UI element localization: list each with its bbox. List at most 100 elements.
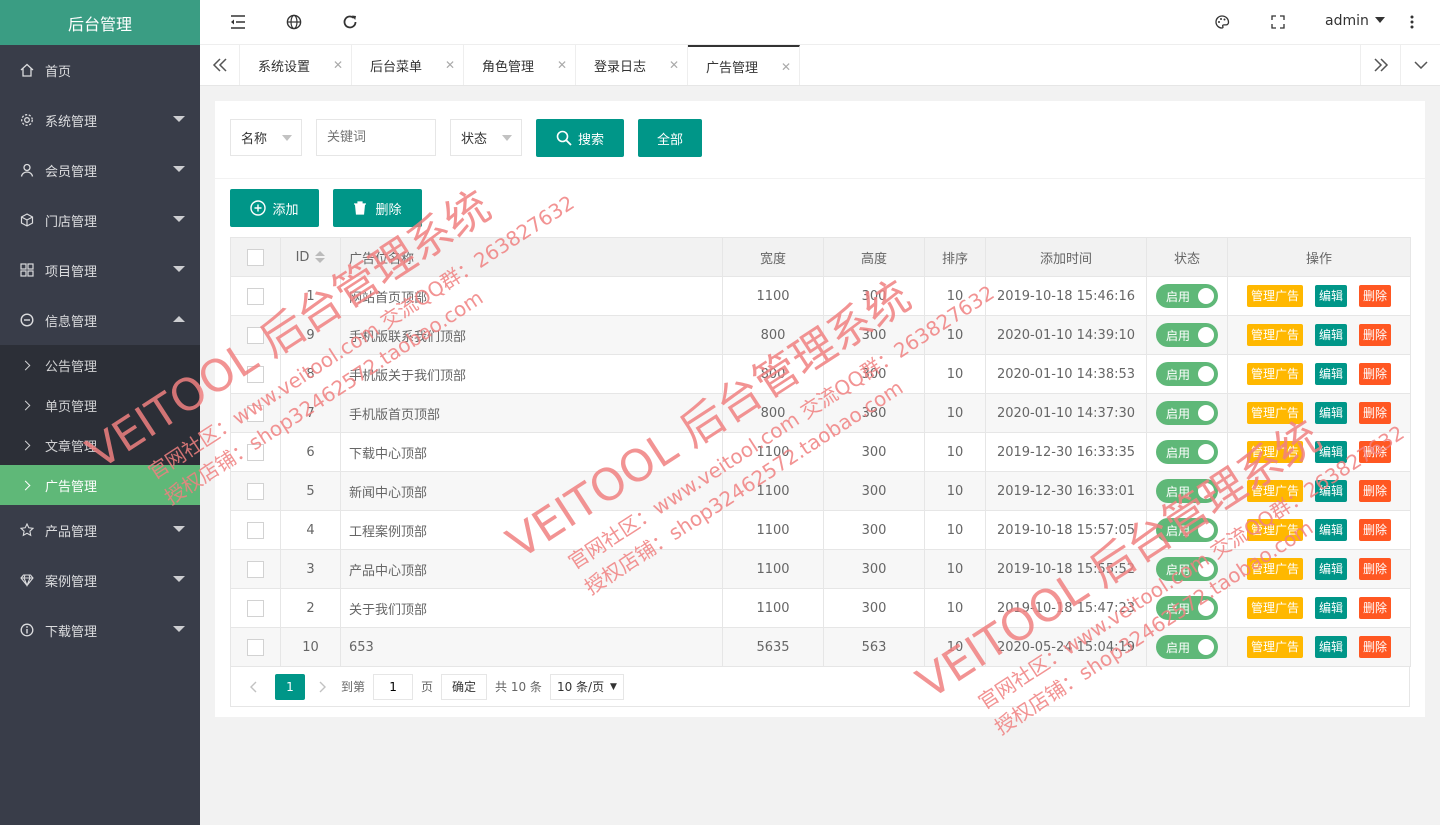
refresh-icon[interactable]	[338, 10, 362, 34]
goto-page-input[interactable]	[373, 673, 414, 700]
manage-ads-button[interactable]: 管理广告	[1246, 402, 1303, 424]
show-all-button[interactable]: 全部	[638, 119, 702, 157]
edit-button[interactable]: 编辑	[1314, 285, 1347, 307]
delete-button[interactable]: 删除	[1359, 324, 1392, 346]
tab-3[interactable]: 登录日志 ✕	[576, 45, 688, 85]
sidebar-item-1[interactable]: 系统管理	[0, 95, 200, 145]
manage-ads-button[interactable]: 管理广告	[1246, 558, 1303, 580]
edit-button[interactable]: 编辑	[1314, 597, 1347, 619]
row-checkbox[interactable]	[247, 443, 264, 461]
add-button[interactable]: 添加	[230, 189, 319, 227]
tab-4[interactable]: 广告管理 ✕	[688, 45, 800, 85]
status-toggle[interactable]: 启用	[1156, 479, 1218, 503]
goto-confirm-button[interactable]: 确定	[441, 673, 488, 700]
next-page-icon[interactable]	[313, 674, 333, 700]
page-size-select[interactable]: 10 条/页 ▼	[549, 673, 624, 700]
delete-button[interactable]: 删除	[1359, 597, 1392, 619]
row-checkbox[interactable]	[247, 365, 264, 383]
sidebar-item-5[interactable]: 信息管理	[0, 295, 200, 345]
select-all-checkbox[interactable]	[247, 248, 264, 266]
row-checkbox[interactable]	[247, 599, 264, 617]
row-checkbox[interactable]	[247, 638, 264, 656]
manage-ads-button[interactable]: 管理广告	[1246, 324, 1303, 346]
manage-ads-button[interactable]: 管理广告	[1246, 636, 1303, 658]
field-select[interactable]: 名称	[230, 119, 302, 156]
sidebar-item-0[interactable]: 产品管理	[0, 505, 200, 555]
status-toggle[interactable]: 启用	[1156, 635, 1218, 659]
sidebar-item-2[interactable]: 会员管理	[0, 145, 200, 195]
sidebar-item-0[interactable]: 首页	[0, 45, 200, 95]
tabs-scroll-left-icon[interactable]	[200, 45, 240, 85]
tab-2[interactable]: 角色管理 ✕	[464, 45, 576, 85]
delete-button[interactable]: 删除	[1359, 363, 1392, 385]
manage-ads-button[interactable]: 管理广告	[1246, 363, 1303, 385]
status-toggle[interactable]: 启用	[1156, 401, 1218, 425]
manage-ads-button[interactable]: 管理广告	[1246, 480, 1303, 502]
close-icon[interactable]: ✕	[669, 58, 679, 72]
tabs-scroll-right-icon[interactable]	[1360, 45, 1400, 85]
row-checkbox[interactable]	[247, 482, 264, 500]
edit-button[interactable]: 编辑	[1314, 324, 1347, 346]
submenu-item-2[interactable]: 文章管理	[0, 425, 200, 465]
manage-ads-button[interactable]: 管理广告	[1246, 285, 1303, 307]
col-id[interactable]: ID	[280, 237, 341, 277]
row-checkbox[interactable]	[247, 287, 264, 305]
prev-page-icon[interactable]	[243, 674, 263, 700]
edit-button[interactable]: 编辑	[1314, 480, 1347, 502]
tabs-menu-chevron-down-icon[interactable]	[1400, 45, 1440, 85]
status-toggle[interactable]: 启用	[1156, 440, 1218, 464]
status-select[interactable]: 状态	[450, 119, 522, 156]
user-menu[interactable]: admin	[1325, 13, 1385, 29]
delete-button[interactable]: 删除	[1359, 402, 1392, 424]
close-icon[interactable]: ✕	[557, 58, 567, 72]
sidebar-item-1[interactable]: 案例管理	[0, 555, 200, 605]
tab-0[interactable]: 系统设置 ✕	[240, 45, 352, 85]
sidebar-item-4[interactable]: 项目管理	[0, 245, 200, 295]
more-vertical-icon[interactable]	[1400, 10, 1424, 34]
search-button[interactable]: 搜索	[536, 119, 624, 157]
delete-button[interactable]: 删除	[1359, 558, 1392, 580]
close-icon[interactable]: ✕	[445, 58, 455, 72]
delete-button[interactable]: 删除	[1359, 285, 1392, 307]
manage-ads-button[interactable]: 管理广告	[1246, 519, 1303, 541]
status-toggle[interactable]: 启用	[1156, 596, 1218, 620]
tab-1[interactable]: 后台菜单 ✕	[352, 45, 464, 85]
sort-icon[interactable]	[315, 251, 326, 263]
edit-button[interactable]: 编辑	[1314, 441, 1347, 463]
delete-button[interactable]: 删除	[1359, 480, 1392, 502]
status-toggle[interactable]: 启用	[1156, 518, 1218, 542]
app-logo[interactable]: 后台管理	[0, 0, 200, 45]
globe-icon[interactable]	[282, 10, 306, 34]
row-checkbox[interactable]	[247, 560, 264, 578]
sidebar-item-2[interactable]: 下载管理	[0, 605, 200, 655]
delete-button[interactable]: 删除	[1359, 636, 1392, 658]
keyword-input[interactable]	[316, 119, 436, 156]
row-checkbox[interactable]	[247, 404, 264, 422]
edit-button[interactable]: 编辑	[1314, 363, 1347, 385]
edit-button[interactable]: 编辑	[1314, 402, 1347, 424]
edit-button[interactable]: 编辑	[1314, 558, 1347, 580]
close-icon[interactable]: ✕	[781, 60, 791, 74]
manage-ads-button[interactable]: 管理广告	[1246, 441, 1303, 463]
submenu-item-3[interactable]: 广告管理	[0, 465, 200, 505]
close-icon[interactable]: ✕	[333, 58, 343, 72]
theme-palette-icon[interactable]	[1210, 10, 1234, 34]
manage-ads-button[interactable]: 管理广告	[1246, 597, 1303, 619]
row-checkbox[interactable]	[247, 521, 264, 539]
status-toggle[interactable]: 启用	[1156, 362, 1218, 386]
edit-button[interactable]: 编辑	[1314, 519, 1347, 541]
edit-button[interactable]: 编辑	[1314, 636, 1347, 658]
status-toggle[interactable]: 启用	[1156, 323, 1218, 347]
row-checkbox[interactable]	[247, 326, 264, 344]
menu-collapse-icon[interactable]	[226, 10, 250, 34]
batch-delete-button[interactable]: 删除	[333, 189, 422, 227]
submenu-item-1[interactable]: 单页管理	[0, 385, 200, 425]
page-current[interactable]: 1	[275, 673, 305, 700]
status-toggle[interactable]: 启用	[1156, 557, 1218, 581]
delete-button[interactable]: 删除	[1359, 519, 1392, 541]
sidebar-item-3[interactable]: 门店管理	[0, 195, 200, 245]
submenu-item-0[interactable]: 公告管理	[0, 345, 200, 385]
fullscreen-icon[interactable]	[1266, 10, 1290, 34]
delete-button[interactable]: 删除	[1359, 441, 1392, 463]
status-toggle[interactable]: 启用	[1156, 284, 1218, 308]
